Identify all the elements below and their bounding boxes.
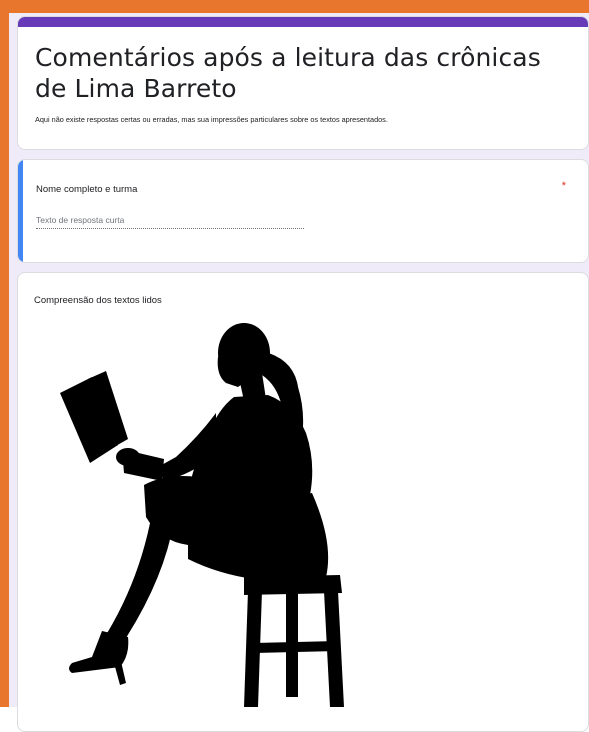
form-header-card: Comentários após a leitura das crônicas … [17,16,589,150]
form-background: Comentários após a leitura das crônicas … [9,13,589,732]
image-section-title: Compreensão dos textos lidos [34,295,162,306]
question-card-name[interactable]: Nome completo e turma * [17,159,589,263]
window-frame-left-border [0,0,9,707]
window-frame-top-border [0,0,589,13]
image-section-card: Compreensão dos textos lidos [17,272,589,732]
theme-accent-bar [18,17,588,27]
question-title: Nome completo e turma [36,184,138,195]
woman-reading-silhouette-icon [60,323,344,707]
form-description: Aqui não existe respostas certas ou erra… [35,115,388,124]
required-asterisk: * [561,180,566,192]
focus-indicator-bar [18,160,23,262]
short-answer-input[interactable] [36,212,304,229]
form-title: Comentários após a leitura das crônicas … [35,43,541,103]
